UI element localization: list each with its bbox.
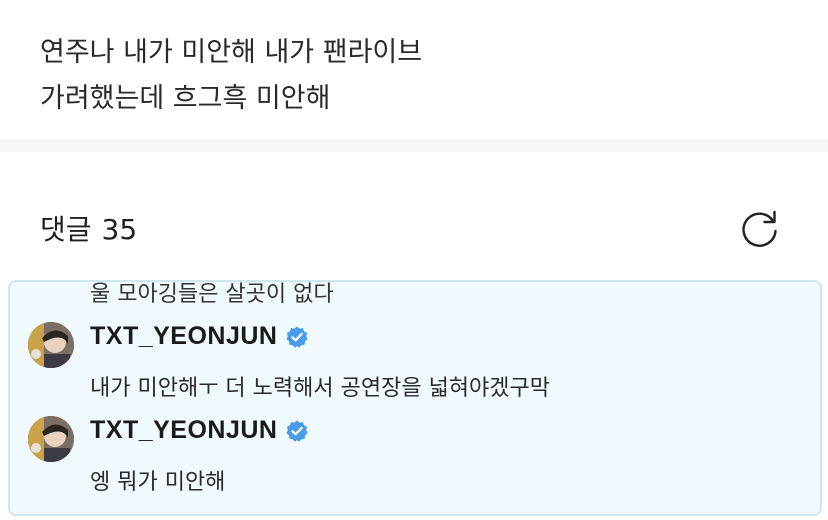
refresh-icon [742, 210, 777, 247]
verified-badge-icon [286, 420, 309, 442]
post-text-line: 가려했는데 흐그흑 미안해 [40, 83, 331, 114]
verified-badge-icon [286, 326, 309, 348]
comments-label: 댓글 [40, 213, 92, 246]
comment-author[interactable]: TXT_YEONJUN [90, 322, 309, 351]
comment-text: 내가 미안해ㅜ 더 노력해서 공연장을 넓혀야겠구막 [90, 376, 551, 401]
comment-item: TXT_YEONJUN 내가 미안해ㅜ 더 노력해서 공연장을 넓혀야겠구막 [10, 320, 820, 416]
comments-count: 35 [101, 213, 138, 246]
post-body: 연주나 내가 미안해 내가 팬라이브 가려했는데 흐그흑 미안해 [40, 30, 422, 122]
post-text-line: 연주나 내가 미안해 내가 팬라이브 [40, 37, 423, 68]
comments-header: 댓글 35 [40, 208, 137, 248]
section-divider [0, 139, 828, 152]
comment-text: 엥 뭐가 미안해 [90, 470, 226, 495]
avatar[interactable] [28, 322, 74, 368]
previous-comment-text: 울 모아깅들은 살곳이 없다 [90, 282, 334, 307]
highlighted-comments: 울 모아깅들은 살곳이 없다 TXT_YEONJUN 내가 미안해ㅜ 더 노력해… [8, 280, 822, 516]
comment-author[interactable]: TXT_YEONJUN [90, 416, 309, 445]
comment-item: TXT_YEONJUN 엥 뭐가 미안해 [10, 414, 820, 510]
refresh-button[interactable] [738, 207, 782, 249]
avatar[interactable] [28, 416, 74, 462]
